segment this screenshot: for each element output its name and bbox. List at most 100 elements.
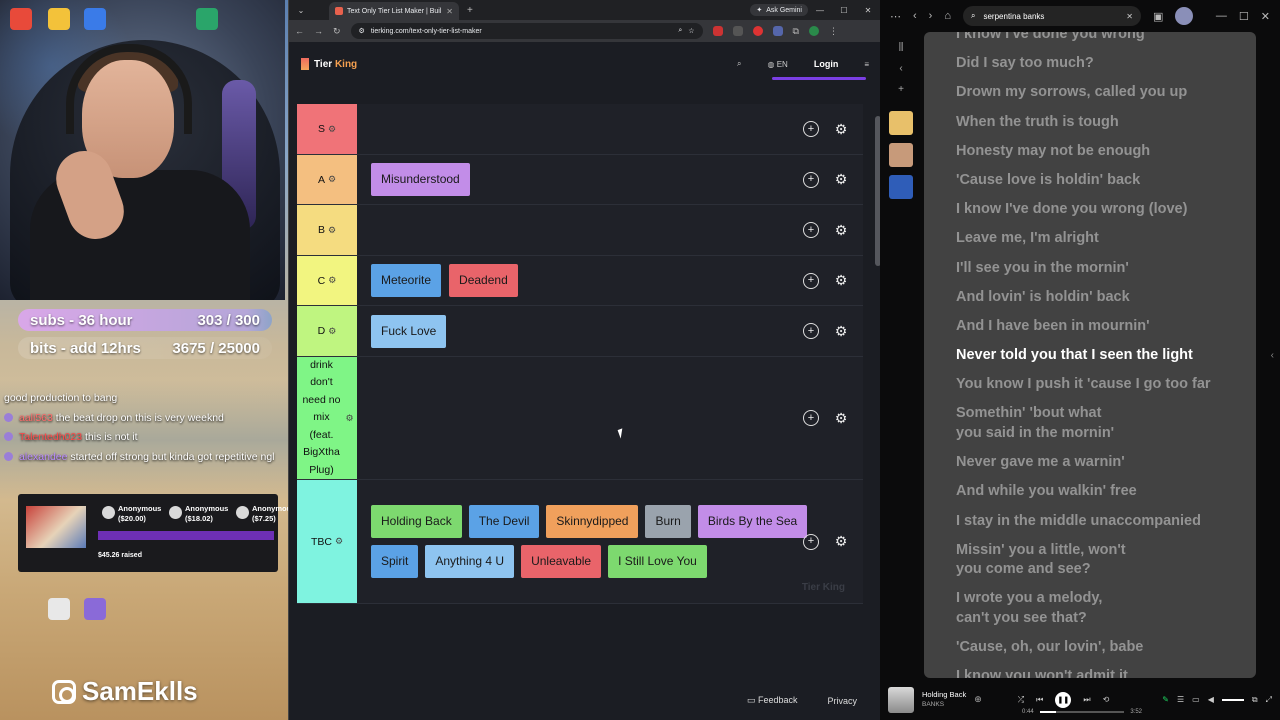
feedback-button[interactable]: ▭ Feedback <box>747 695 798 706</box>
hamburger-menu-icon[interactable]: ≡ <box>864 60 869 69</box>
extension-icon[interactable] <box>772 26 783 36</box>
close-window-button[interactable]: ✕ <box>856 6 880 15</box>
desktop-shortcut-icon[interactable] <box>84 8 106 30</box>
site-logo[interactable]: Tier King <box>301 58 357 70</box>
tier-settings-icon[interactable]: ⚙ <box>345 413 353 424</box>
add-item-icon[interactable]: + <box>803 222 819 238</box>
tier-settings-icon[interactable]: ⚙ <box>328 124 336 135</box>
site-info-icon[interactable]: ⚙ <box>359 27 365 35</box>
tier-settings-icon[interactable]: ⚙ <box>328 326 336 337</box>
tier-gear-icon[interactable]: ⚙ <box>833 272 849 289</box>
new-tab-button[interactable]: + <box>467 5 473 16</box>
track-artist[interactable]: BANKS <box>922 700 966 710</box>
tier-item[interactable]: Birds By the Sea <box>697 505 808 538</box>
volume-slider[interactable] <box>1221 698 1244 701</box>
tier-label[interactable]: drink don't need no mix (feat. BigXtha P… <box>297 357 357 479</box>
maximize-button[interactable]: ☐ <box>1239 10 1249 23</box>
address-bar[interactable]: ⚙ tierking.com/text-only-tier-list-maker… <box>350 23 703 39</box>
more-menu-icon[interactable]: ⋯ <box>890 10 901 23</box>
tier-gear-icon[interactable]: ⚙ <box>833 171 849 188</box>
fullscreen-icon[interactable]: ⤢ <box>1266 695 1272 705</box>
tier-item[interactable]: Misunderstood <box>371 163 470 196</box>
lyric-line[interactable]: Drown my sorrows, called you up <box>956 83 1246 103</box>
lyric-line[interactable]: Leave me, I'm alright <box>956 229 1246 249</box>
lyric-line[interactable]: I know I've done you wrong <box>956 32 1246 45</box>
ask-gemini-button[interactable]: ✦ Ask Gemini <box>750 4 808 16</box>
tier-settings-icon[interactable]: ⚙ <box>328 275 336 286</box>
tier-settings-icon[interactable]: ⚙ <box>328 174 336 185</box>
profile-avatar[interactable] <box>808 26 819 36</box>
queue-icon[interactable]: ☰ <box>1177 695 1184 705</box>
tier-item[interactable]: Anything 4 U <box>425 545 515 578</box>
track-title[interactable]: Holding Back <box>922 690 966 700</box>
collapse-icon[interactable]: ‹ <box>899 63 902 74</box>
previous-icon[interactable]: ⏮ <box>1036 695 1043 705</box>
lyric-line[interactable]: Honesty may not be enough <box>956 142 1246 162</box>
lyric-line[interactable]: You know I push it 'cause I go too far <box>956 375 1246 395</box>
tier-item[interactable]: Holding Back <box>371 505 462 538</box>
add-item-icon[interactable]: + <box>803 533 819 550</box>
tier-gear-icon[interactable]: ⚙ <box>833 410 849 426</box>
add-item-icon[interactable]: + <box>803 272 819 289</box>
tier-item[interactable]: The Devil <box>468 505 540 538</box>
extensions-icon[interactable]: ⧉ <box>793 26 799 37</box>
home-icon[interactable]: ⌂ <box>944 10 951 22</box>
lyric-line[interactable]: 'Cause, oh, our lovin', babe <box>956 638 1246 658</box>
lyric-line[interactable]: And I have been in mournin' <box>956 317 1246 337</box>
tier-settings-icon[interactable]: ⚙ <box>328 225 336 236</box>
minimize-button[interactable]: — <box>1216 10 1227 22</box>
tier-item[interactable]: Fuck Love <box>371 314 447 348</box>
add-item-icon[interactable]: + <box>803 323 819 339</box>
back-icon[interactable]: ← <box>295 26 304 36</box>
lyric-line[interactable]: Somethin' 'bout what you said in the morn… <box>956 404 1246 443</box>
extension-icon[interactable] <box>732 26 743 36</box>
tier-item[interactable]: Meteorite <box>371 264 442 297</box>
reload-icon[interactable]: ↻ <box>333 26 341 37</box>
volume-icon[interactable]: ◀ <box>1208 695 1214 705</box>
tier-label[interactable]: TBC ⚙ <box>297 480 357 603</box>
lyric-line[interactable]: I'll see you in the mornin' <box>956 259 1246 279</box>
forward-icon[interactable]: → <box>314 26 323 36</box>
user-avatar[interactable] <box>1175 7 1194 25</box>
music-search-input[interactable]: ⌕ serpentina banks ✕ <box>963 6 1141 26</box>
tier-item[interactable]: I Still Love You <box>608 545 707 578</box>
desktop-shortcut-icon[interactable] <box>196 8 218 30</box>
tier-gear-icon[interactable]: ⚙ <box>833 323 849 339</box>
desktop-shortcut-icon[interactable] <box>84 598 106 620</box>
tier-item[interactable]: Unleavable <box>521 545 602 578</box>
tier-settings-icon[interactable]: ⚙ <box>335 536 343 547</box>
miniplayer-icon[interactable]: ⧉ <box>1252 695 1258 705</box>
add-item-icon[interactable]: + <box>803 171 819 188</box>
lyric-line[interactable]: Did I say too much? <box>956 54 1246 74</box>
repeat-icon[interactable]: ⟲ <box>1103 695 1110 704</box>
lyric-line[interactable]: I know you won't admit it <box>956 667 1246 678</box>
next-icon[interactable]: ⏭ <box>1083 695 1090 705</box>
library-icon[interactable]: ⫼ <box>899 42 904 53</box>
desktop-shortcut-icon[interactable] <box>48 8 70 30</box>
close-tab-icon[interactable]: ✕ <box>446 7 453 16</box>
search-icon[interactable]: ⌕ <box>737 59 741 69</box>
tier-gear-icon[interactable]: ⚙ <box>833 121 849 137</box>
playlist-thumbnail[interactable] <box>889 143 913 167</box>
album-art[interactable] <box>888 686 914 713</box>
lyric-line[interactable]: And while you walkin' free <box>956 482 1246 502</box>
lyric-line[interactable]: I stay in the middle unaccompanied <box>956 512 1246 532</box>
tier-item[interactable]: Deadend <box>449 264 518 297</box>
tier-item[interactable]: Skinnydipped <box>546 505 639 538</box>
lyrics-icon[interactable]: ✎ <box>1162 695 1169 705</box>
lyric-line[interactable]: I wrote you a melody, can't you see that? <box>956 589 1246 628</box>
extension-icon[interactable] <box>752 26 763 36</box>
shuffle-icon[interactable]: ⤮ <box>1018 695 1024 705</box>
expand-panel-icon[interactable]: ‹ <box>1271 350 1274 361</box>
add-icon[interactable]: + <box>898 84 904 95</box>
clear-search-icon[interactable]: ✕ <box>1126 12 1133 21</box>
add-item-icon[interactable]: + <box>803 410 819 426</box>
browse-icon[interactable]: ▣ <box>1153 10 1163 23</box>
tier-label[interactable]: A ⚙ <box>297 155 357 204</box>
menu-dots-icon[interactable]: ⋮ <box>829 26 838 37</box>
playlist-thumbnail[interactable] <box>889 111 913 135</box>
add-to-library-icon[interactable]: ⊕ <box>974 694 982 705</box>
login-button[interactable]: Login <box>772 59 865 80</box>
tier-label[interactable]: D ⚙ <box>297 306 357 356</box>
tab-tierking[interactable]: Text Only Tier List Maker | Buil ✕ <box>329 2 459 20</box>
